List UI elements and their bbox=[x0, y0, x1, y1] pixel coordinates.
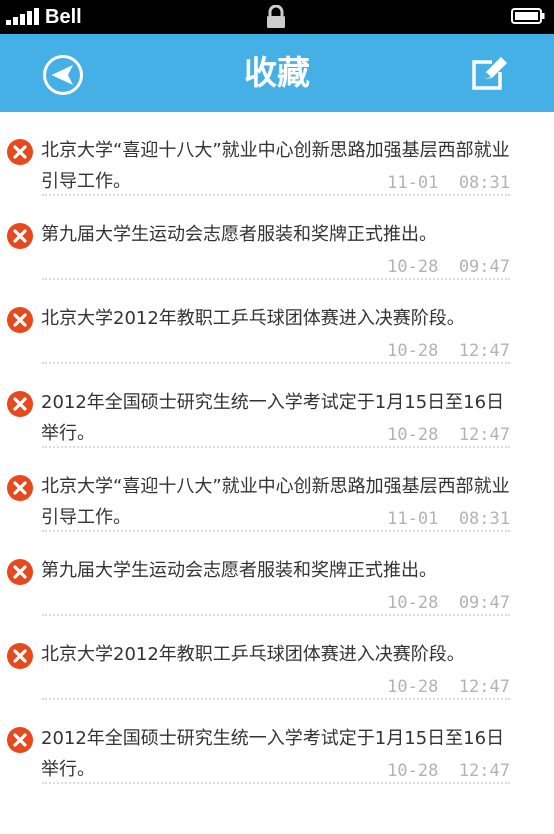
delete-icon[interactable] bbox=[6, 474, 34, 502]
item-title: 北京大学2012年教职工乒乓球团体赛进入决赛阶段。 bbox=[41, 308, 465, 329]
list-item[interactable]: 北京大学2012年教职工乒乓球团体赛进入决赛阶段。 10-28 12:47 bbox=[0, 280, 554, 364]
lock-icon bbox=[267, 5, 285, 28]
battery-icon bbox=[511, 8, 545, 24]
item-title: 第九届大学生运动会志愿者服装和奖牌正式推出。 bbox=[41, 224, 437, 245]
divider bbox=[42, 782, 510, 784]
list-item[interactable]: 北京大学2012年教职工乒乓球团体赛进入决赛阶段。 10-28 12:47 bbox=[0, 616, 554, 700]
nav-header: 收藏 bbox=[0, 34, 554, 112]
delete-icon[interactable] bbox=[6, 222, 34, 250]
list-item[interactable]: 北京大学“喜迎十八大”就业中心创新思路加强基层西部就业引导工作。 11-01 08… bbox=[0, 448, 554, 532]
item-title: 北京大学2012年教职工乒乓球团体赛进入决赛阶段。 bbox=[41, 644, 465, 665]
back-arrow-icon[interactable] bbox=[42, 54, 84, 96]
list-item[interactable]: 第九届大学生运动会志愿者服装和奖牌正式推出。 10-28 09:47 bbox=[0, 196, 554, 280]
list-item[interactable]: 2012年全国硕士研究生统一入学考试定于1月15日至16日举行。 10-28 12… bbox=[0, 700, 554, 784]
delete-icon[interactable] bbox=[6, 390, 34, 418]
delete-icon[interactable] bbox=[6, 558, 34, 586]
status-bar: Bell bbox=[0, 0, 554, 34]
item-title: 第九届大学生运动会志愿者服装和奖牌正式推出。 bbox=[41, 560, 437, 581]
delete-icon[interactable] bbox=[6, 306, 34, 334]
edit-icon[interactable] bbox=[470, 54, 510, 92]
carrier-name: Bell bbox=[45, 6, 82, 28]
list-item[interactable]: 北京大学“喜迎十八大”就业中心创新思路加强基层西部就业引导工作。 11-01 08… bbox=[0, 112, 554, 196]
list-item[interactable]: 第九届大学生运动会志愿者服装和奖牌正式推出。 10-28 09:47 bbox=[0, 532, 554, 616]
list-item[interactable]: 2012年全国硕士研究生统一入学考试定于1月15日至16日举行。 10-28 12… bbox=[0, 364, 554, 448]
delete-icon[interactable] bbox=[6, 726, 34, 754]
favorites-list: 北京大学“喜迎十八大”就业中心创新思路加强基层西部就业引导工作。 11-01 08… bbox=[0, 112, 554, 784]
delete-icon[interactable] bbox=[6, 138, 34, 166]
signal-icon bbox=[6, 8, 40, 25]
delete-icon[interactable] bbox=[6, 642, 34, 670]
